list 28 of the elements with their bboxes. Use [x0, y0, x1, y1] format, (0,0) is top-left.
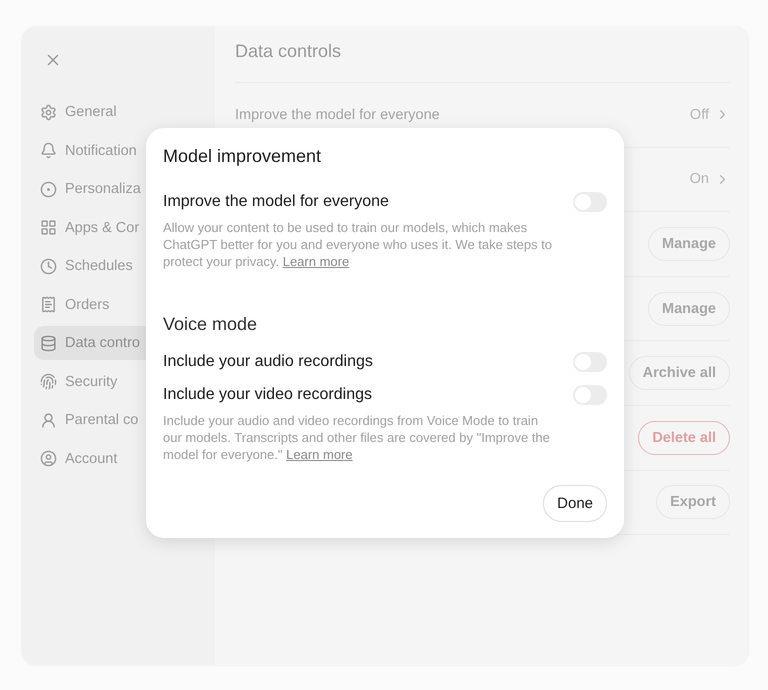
circle-dot-icon	[40, 180, 57, 198]
sidebar-item[interactable]: General	[34, 95, 215, 129]
bell-icon	[40, 142, 57, 159]
action-button[interactable]: Manage	[648, 226, 730, 261]
setting-value-link[interactable]: On	[690, 171, 730, 188]
description-text: Allow your content to be used to train our models, which makes ChatGPT better for you and everyone who uses it. We take steps to protect your privacy. Learn more	[163, 219, 554, 270]
description-text: Include your audio and video recordings from Voice Mode to train our models. Transcripts and other files are covered by "Improve the model for everyone." Learn more	[163, 412, 551, 463]
action-button[interactable]: Export	[656, 485, 730, 520]
gear-icon	[40, 104, 57, 120]
user-icon	[40, 412, 57, 428]
setting-label: Include your video recordings	[163, 386, 372, 404]
fingerprint-icon	[40, 373, 57, 390]
setting-value-link[interactable]: Off	[690, 106, 730, 123]
dialog-title: Model improvement	[163, 146, 322, 167]
learn-more-link[interactable]: Learn more	[282, 254, 350, 269]
database-icon	[40, 334, 57, 352]
page-title: Data controls	[235, 41, 730, 83]
setting-label: Improve the model for everyone	[235, 106, 440, 123]
receipt-icon	[40, 296, 57, 313]
user-circle-icon	[40, 450, 57, 467]
learn-more-link[interactable]: Learn more	[286, 447, 353, 462]
action-button[interactable]: Manage	[648, 292, 730, 326]
delete-button[interactable]: Delete all	[638, 420, 730, 455]
setting-label: Improve the model for everyone	[163, 193, 389, 211]
grid-icon	[40, 219, 57, 236]
action-button[interactable]: Archive all	[628, 356, 730, 390]
clock-icon	[40, 258, 57, 274]
done-button[interactable]: Done	[543, 485, 607, 522]
